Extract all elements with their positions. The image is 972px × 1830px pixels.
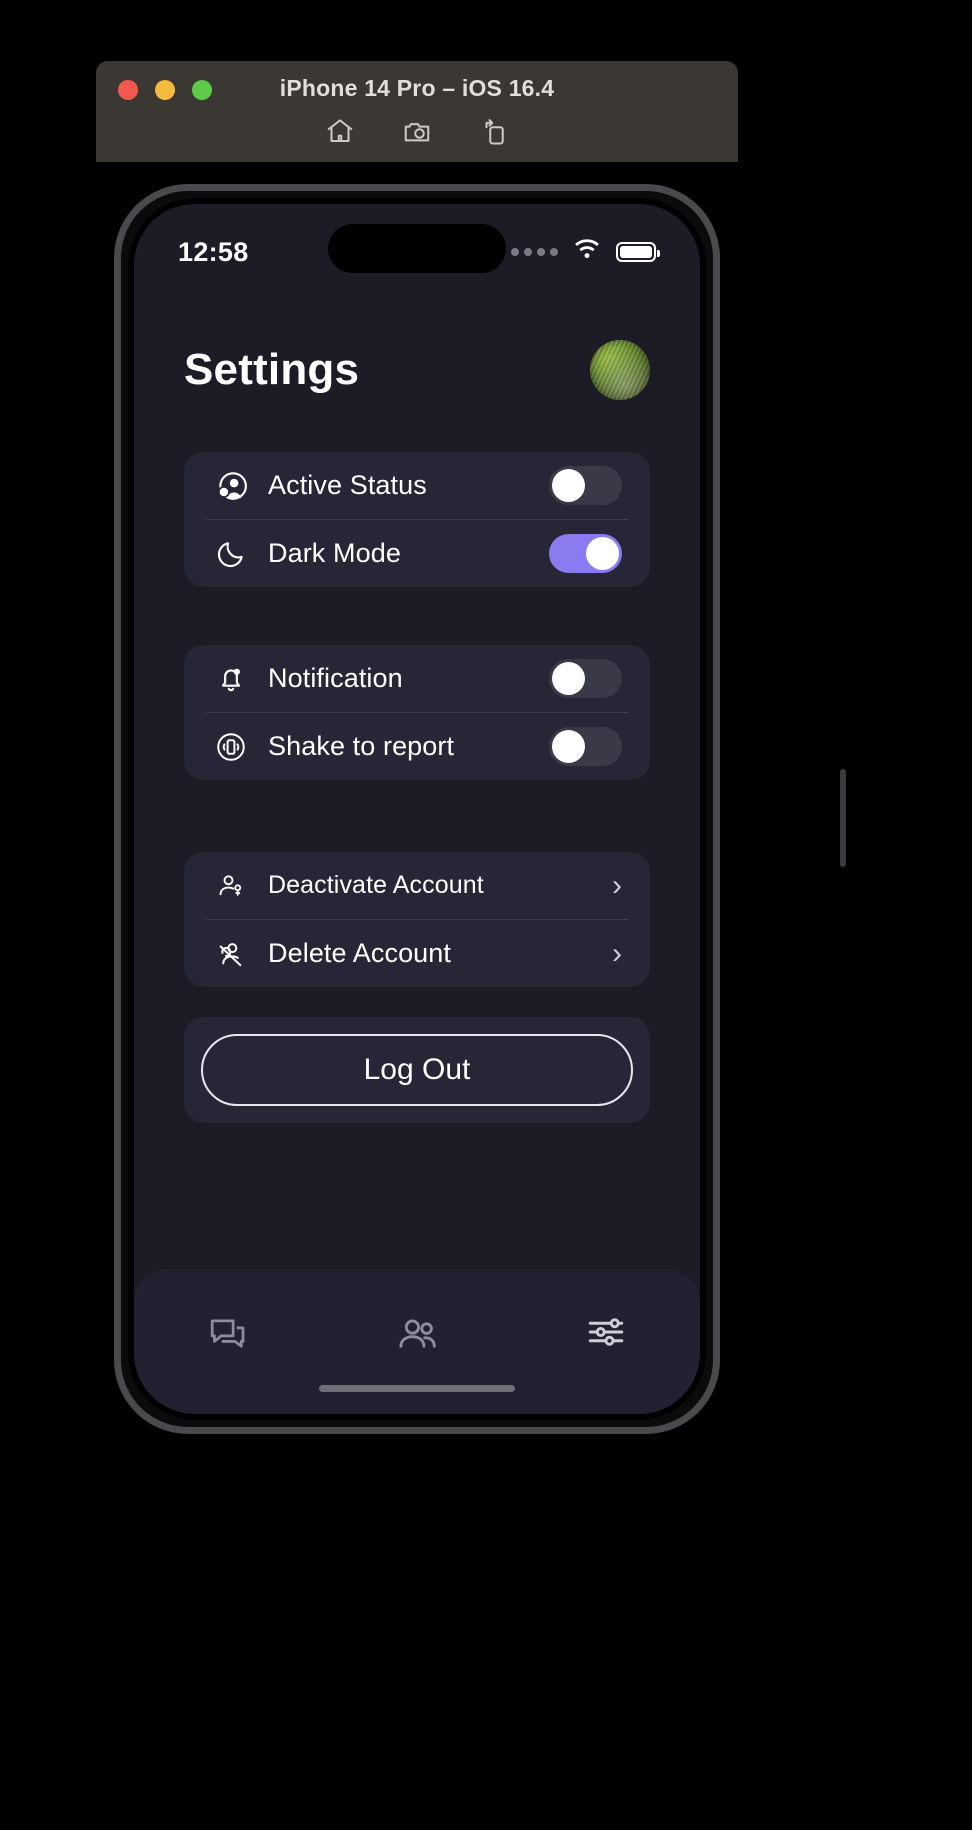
status-bar-indicators — [511, 238, 660, 266]
chevron-right-icon: › — [612, 868, 622, 902]
status-bar-time: 12:58 — [178, 236, 249, 267]
profile-avatar[interactable] — [590, 340, 650, 400]
status-bar: 12:58 — [134, 204, 700, 278]
rotate-icon[interactable] — [479, 116, 509, 146]
toggle-notification[interactable] — [549, 659, 622, 698]
home-indicator — [319, 1385, 515, 1392]
bell-icon — [212, 663, 250, 695]
bottom-tab-bar — [134, 1269, 700, 1414]
account-card: Deactivate Account › Delete Account › — [184, 852, 650, 987]
shake-phone-icon — [212, 730, 250, 764]
row-shake-to-report[interactable]: Shake to report — [184, 713, 650, 780]
device-bezel: 12:58 Settings Active Status Dark Mode N… — [128, 198, 706, 1420]
tab-settings[interactable] — [546, 1311, 666, 1353]
toggle-shake-to-report[interactable] — [549, 727, 622, 766]
row-delete-account[interactable]: Delete Account › — [184, 920, 650, 987]
person-key-icon — [212, 871, 250, 901]
iphone-device-frame: 12:58 Settings Active Status Dark Mode N… — [114, 184, 846, 1434]
row-label: Dark Mode — [268, 538, 401, 568]
tab-chats[interactable] — [168, 1311, 288, 1355]
chevron-right-icon: › — [612, 936, 622, 970]
app-screen: 12:58 Settings Active Status Dark Mode N… — [134, 204, 700, 1414]
toggle-active-status[interactable] — [549, 466, 622, 505]
logout-button[interactable]: Log Out — [201, 1034, 633, 1106]
power-button[interactable] — [840, 769, 846, 867]
wifi-icon — [572, 238, 602, 266]
screenshot-root: iPhone 14 Pro – iOS 16.4 12:58 Settings … — [0, 0, 972, 1830]
screenshot-icon[interactable] — [402, 116, 432, 146]
row-label: Notification — [268, 663, 403, 693]
row-label: Shake to report — [268, 731, 455, 761]
moon-icon — [212, 538, 250, 570]
page-title: Settings — [184, 345, 360, 394]
tab-people[interactable] — [357, 1311, 477, 1357]
simulator-toolbar — [96, 116, 738, 146]
simulator-title: iPhone 14 Pro – iOS 16.4 — [279, 75, 555, 101]
row-dark-mode[interactable]: Dark Mode — [184, 520, 650, 587]
logout-card: Log Out — [184, 1017, 650, 1123]
row-active-status[interactable]: Active Status — [184, 452, 650, 519]
person-slash-icon — [212, 938, 250, 970]
row-notification[interactable]: Notification — [184, 645, 650, 712]
preferences-card: Active Status Dark Mode — [184, 452, 650, 587]
row-label: Active Status — [268, 470, 427, 500]
row-deactivate-account[interactable]: Deactivate Account › — [184, 852, 650, 919]
alerts-card: Notification Shake to report — [184, 645, 650, 780]
row-label: Deactivate Account — [268, 871, 484, 899]
cellular-dots-icon — [511, 248, 558, 256]
dynamic-island — [328, 224, 506, 273]
toggle-dark-mode[interactable] — [549, 534, 622, 573]
screen-header: Settings — [134, 278, 700, 400]
simulator-window-titlebar: iPhone 14 Pro – iOS 16.4 — [96, 61, 738, 162]
home-icon[interactable] — [325, 116, 355, 146]
active-status-icon — [212, 469, 250, 503]
row-label: Delete Account — [268, 938, 452, 968]
battery-full-icon — [616, 242, 660, 262]
settings-screen-content: Settings Active Status Dark Mode Notific… — [134, 278, 700, 1414]
